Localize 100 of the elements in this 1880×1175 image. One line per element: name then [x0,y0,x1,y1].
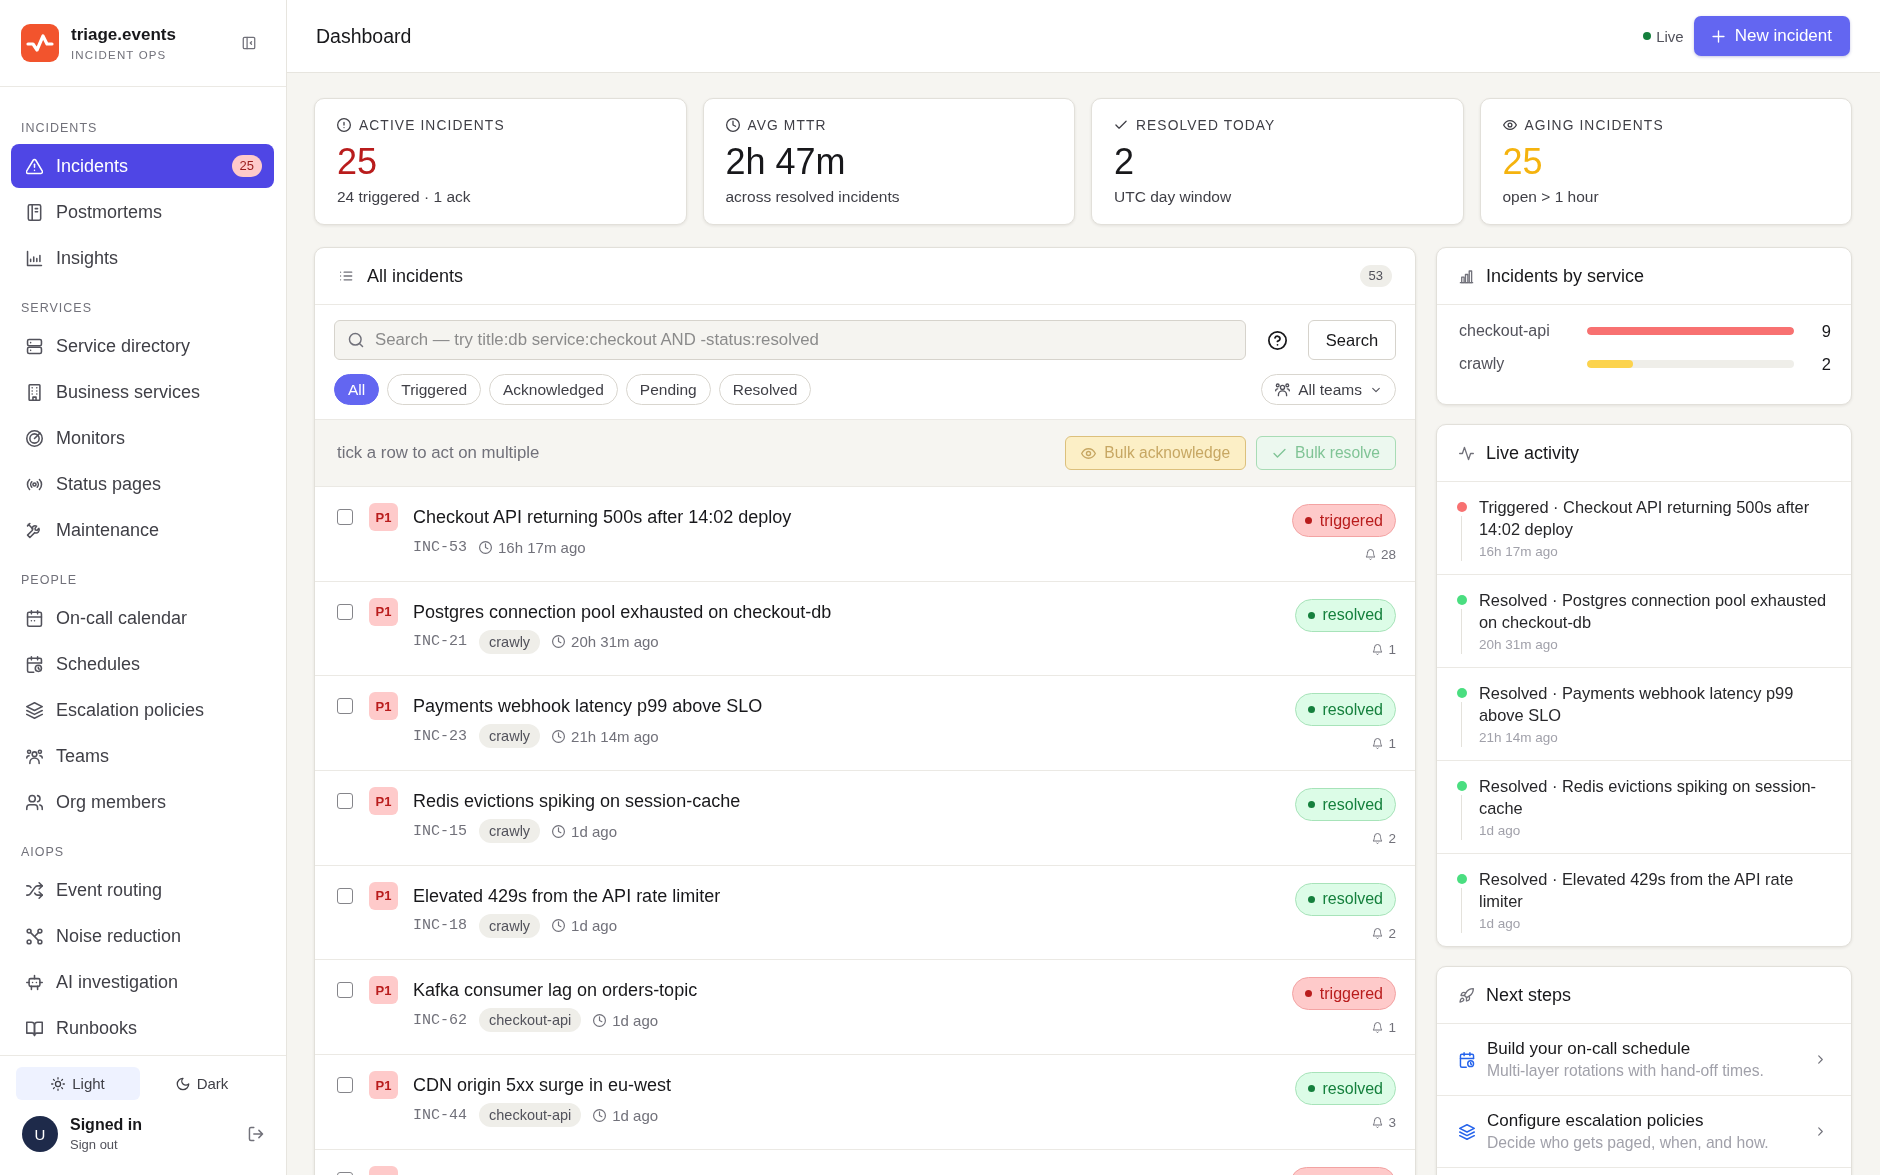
row-checkbox[interactable] [337,509,353,525]
nav-item[interactable]: Insights [11,236,274,280]
row-checkbox[interactable] [337,793,353,810]
search-field[interactable]: Search — try title:db service:checkout AND -status:resolved [334,320,1246,360]
row-checkbox[interactable] [337,982,353,999]
clock-icon [552,635,566,649]
nav-item[interactable]: Org members [11,780,274,824]
theme-toggle[interactable]: Light [16,1067,140,1100]
filter-chip[interactable]: Acknowledged [489,374,618,405]
incident-title[interactable]: Kafka consumer lag on orders-topic [413,979,698,1002]
incident-title[interactable]: CDN origin 5xx surge in eu-west [413,1074,672,1097]
clock-icon [552,824,566,838]
incident-title[interactable]: Redis evictions spiking on session-cache [413,790,741,813]
bell-icon [1372,1117,1384,1129]
row-checkbox[interactable] [337,887,353,904]
status-dot-icon [1307,801,1315,809]
nav-item[interactable]: Business services [11,370,274,414]
user-status: Signed in [70,1116,142,1134]
nav-item[interactable]: Noise reduction [11,914,274,958]
bell-icon [1372,643,1384,655]
incident-title[interactable]: Postgres connection pool exhausted on checkout-db [413,600,832,623]
nav-item[interactable]: Escalation policies [11,688,274,732]
nav-item[interactable]: Incidents 25 [11,144,274,188]
users-icon [26,793,43,811]
nav-item[interactable]: Teams [11,734,274,778]
row-checkbox[interactable] [337,698,353,715]
service-name: crawly [1459,355,1506,373]
live-label: Live [1656,27,1684,45]
next-step-item[interactable]: Build your on-call schedule Multi-layer rotations with hand-off times. [1437,1024,1851,1096]
team-filter-dropdown[interactable]: All teams [1261,374,1396,405]
nav-item[interactable]: Postmortems [11,190,274,234]
service-name: checkout-api [1459,322,1551,340]
bell-icon [1372,833,1384,845]
incident-title[interactable]: Elevated 429s from the API rate limiter [413,884,721,907]
service-tag: crawly [479,819,541,844]
layers-icon [1459,1123,1475,1140]
incident-title[interactable]: Checkout API returning 500s after 14:02 deploy [413,506,792,528]
stat-value: 2h 47m [725,142,846,182]
live-dot-icon [1643,32,1652,40]
nav-item[interactable]: AI investigation [11,960,274,1004]
row-checkbox[interactable] [337,1077,353,1094]
moon-icon [175,1076,190,1091]
service-tag: crawly [479,724,541,749]
plus-icon [1710,28,1726,44]
theme-toggle[interactable]: Dark [140,1067,264,1100]
building-icon [26,383,43,401]
service-tag: checkout-api [479,1103,582,1128]
notebook-icon [26,203,43,221]
service-tag: crawly [479,629,541,654]
time-text: 1d ago [571,917,617,935]
next-step-item[interactable]: Configure escalation policies Decide who gets paged, when, and how. [1437,1096,1851,1168]
alert-count: 1 [1388,641,1396,657]
search-button[interactable]: Search [1308,320,1396,360]
nav-item[interactable]: Maintenance [11,508,274,552]
status-dot-icon [1304,990,1312,998]
activity-time: 16h 17m ago [1479,543,1558,561]
clock-icon [593,1108,607,1122]
stat-value: 25 [337,142,378,182]
service-count: 9 [1820,321,1831,341]
time-text: 1d ago [612,1011,659,1029]
nav-item[interactable]: Service directory [11,324,274,368]
time-text: 21h 14m ago [571,727,659,745]
nav-item[interactable]: Status pages [11,462,274,506]
activity-time: 1d ago [1479,915,1521,933]
priority-badge: P1 [369,1071,398,1100]
sign-out-link[interactable]: Sign out [70,1137,118,1152]
status-text: resolved [1322,1079,1383,1098]
logout-icon[interactable] [248,1126,264,1142]
nav-item[interactable]: Event routing [11,868,274,912]
filter-chip[interactable]: Resolved [718,374,812,405]
nav-item[interactable]: Runbooks [11,1006,274,1050]
clock-icon [725,118,740,132]
card-title: Next steps [1486,984,1572,1006]
nav-item[interactable]: Monitors [11,416,274,460]
step-description: Decide who gets paged, when, and how. [1487,1134,1769,1152]
sidebar-toggle-icon[interactable] [242,36,256,50]
new-incident-button[interactable]: New incident [1693,16,1850,56]
filter-chip[interactable]: Pending [625,374,711,405]
section-label: AIOPS [21,844,65,860]
alert-count: 1 [1388,1020,1396,1036]
activity-text: Resolved · Elevated 429s from the API rate limiter [1479,869,1795,912]
card-title: Incidents by service [1486,265,1645,287]
activity-text: Resolved · Payments webhook latency p99 above SLO [1479,683,1795,726]
service-tag: crawly [479,913,541,938]
filter-chip[interactable]: Triggered [387,374,481,405]
group-icon [26,747,43,765]
incident-title[interactable]: Payments webhook latency p99 above SLO [413,695,763,718]
check-icon [1114,118,1128,132]
robot-icon [26,973,43,991]
status-text: resolved [1322,795,1383,814]
nav-item[interactable]: Schedules [11,642,274,686]
help-icon[interactable] [1268,330,1287,350]
service-count: 2 [1820,354,1831,374]
logo-icon [21,24,59,62]
stat-detail: 24 triggered · 1 ack [337,187,471,207]
nav-item[interactable]: On-call calendar [11,596,274,640]
card-title: Live activity [1486,442,1580,464]
filter-chip[interactable]: All [334,374,380,405]
row-checkbox[interactable] [337,603,353,620]
section-label: INCIDENTS [21,120,98,136]
